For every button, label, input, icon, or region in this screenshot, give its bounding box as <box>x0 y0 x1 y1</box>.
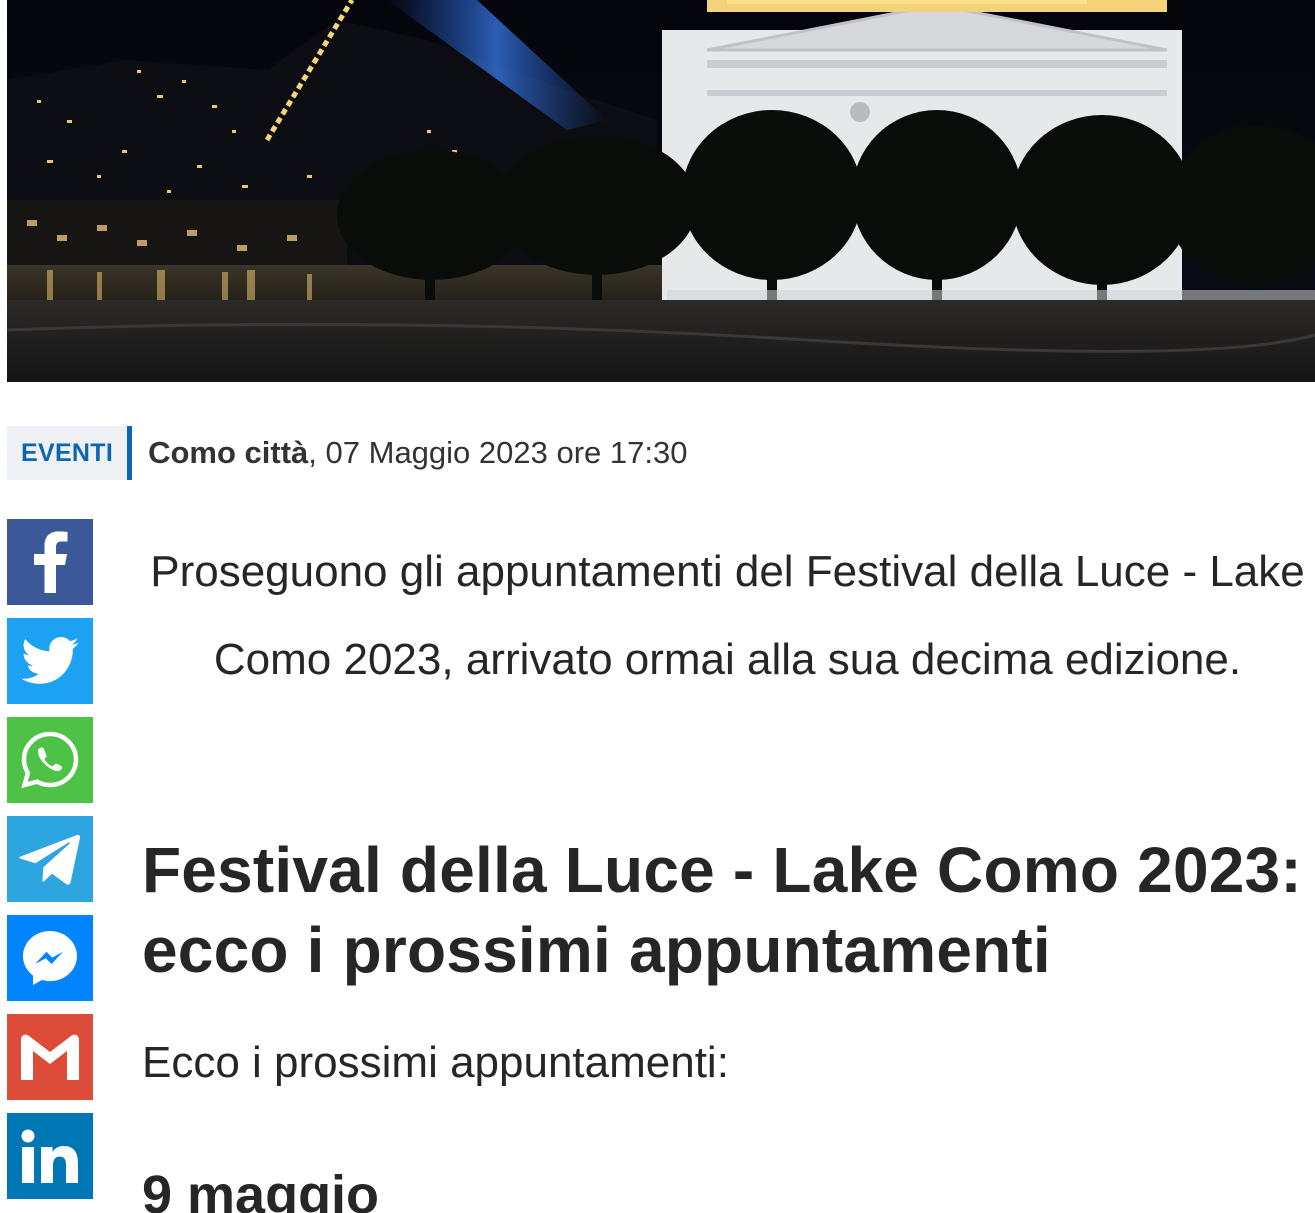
share-messenger-button[interactable] <box>7 915 93 1001</box>
article-headline: Festival della Luce - Lake Como 2023: ec… <box>142 834 1302 986</box>
twitter-icon <box>21 637 79 684</box>
gmail-icon <box>21 1034 79 1080</box>
share-linkedin-button[interactable] <box>7 1113 93 1199</box>
share-twitter-button[interactable] <box>7 618 93 704</box>
hero-image <box>7 0 1315 382</box>
event-date-heading: 9 maggio <box>142 1165 380 1213</box>
article-dateline: Como città, 07 Maggio 2023 ore 17:30 <box>148 435 687 471</box>
share-bar <box>7 519 93 1212</box>
linkedin-icon <box>21 1129 78 1183</box>
share-facebook-button[interactable] <box>7 519 93 605</box>
article-datetime: , 07 Maggio 2023 ore 17:30 <box>308 435 688 470</box>
article-page: EVENTI Como città, 07 Maggio 2023 ore 17… <box>0 0 1315 1213</box>
article-intro: Ecco i prossimi appuntamenti: <box>142 1038 729 1087</box>
telegram-icon <box>19 834 81 885</box>
category-badge[interactable]: EVENTI <box>7 426 133 480</box>
share-whatsapp-button[interactable] <box>7 717 93 803</box>
share-gmail-button[interactable] <box>7 1014 93 1100</box>
messenger-icon <box>23 931 77 985</box>
facebook-icon <box>34 531 68 593</box>
share-telegram-button[interactable] <box>7 816 93 902</box>
article-lead: Proseguono gli appuntamenti del Festival… <box>150 547 1305 684</box>
article-meta: EVENTI Como città, 07 Maggio 2023 ore 17… <box>7 426 687 480</box>
article-location: Como città <box>148 435 309 470</box>
whatsapp-icon <box>21 731 79 789</box>
